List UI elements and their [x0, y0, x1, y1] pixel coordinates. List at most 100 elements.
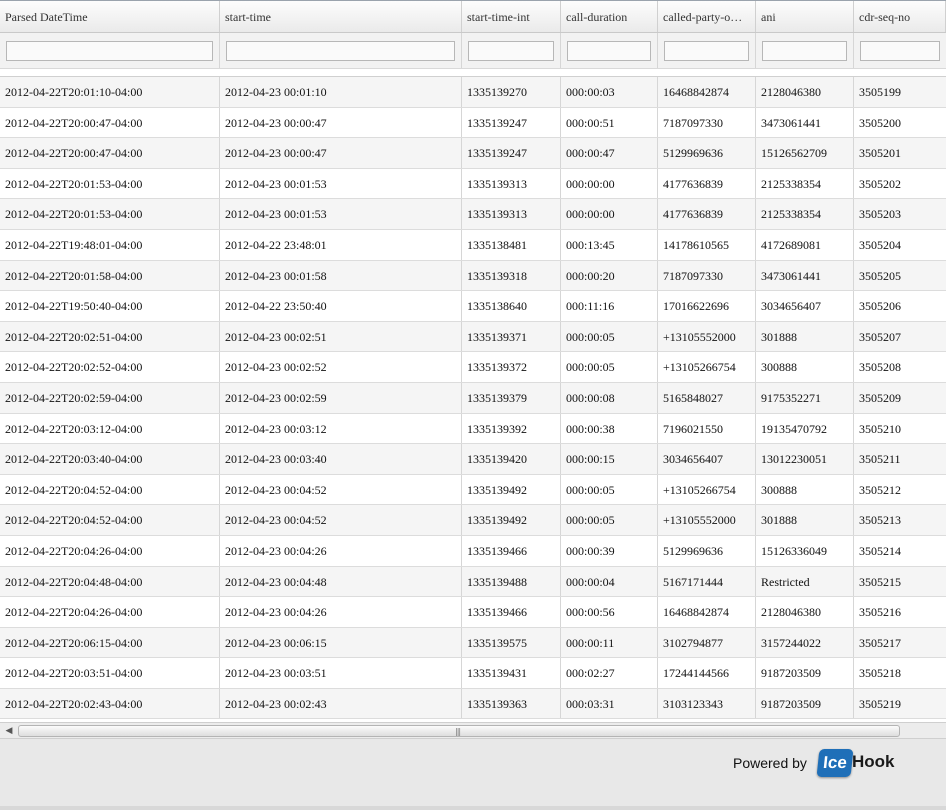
cell-start-time-int: 1335139392	[462, 413, 561, 444]
cell-call-duration: 000:00:03	[561, 77, 658, 107]
cell-call-duration: 000:00:39	[561, 535, 658, 566]
horizontal-scrollbar[interactable]: ◀ |||	[0, 722, 946, 738]
scrollbar-thumb[interactable]: |||	[18, 725, 900, 737]
cell-start-time-int: 1335139492	[462, 505, 561, 535]
cell-call-duration: 000:00:04	[561, 566, 658, 597]
cell-start-time: 2012-04-23 00:01:53	[220, 199, 462, 229]
cell-ani: 3034656407	[756, 291, 854, 321]
cell-start-time: 2012-04-23 00:04:52	[220, 474, 462, 505]
cell-called-party: 3102794877	[658, 627, 756, 658]
cell-start-time-int: 1335139466	[462, 535, 561, 566]
cell-start-time-int: 1335139313	[462, 199, 561, 229]
cell-ani: 300888	[756, 352, 854, 382]
filter-input-start-time-int[interactable]	[468, 41, 554, 61]
table-row[interactable]: 2012-04-22T20:01:10-04:00 2012-04-23 00:0…	[0, 77, 946, 108]
cell-start-time: 2012-04-22 23:50:40	[220, 291, 462, 321]
table-row[interactable]: 2012-04-22T20:03:40-04:00 2012-04-23 00:0…	[0, 444, 946, 475]
filter-input-start-time[interactable]	[226, 41, 455, 61]
cell-start-time: 2012-04-23 00:04:26	[220, 597, 462, 627]
cell-start-time-int: 1335139492	[462, 474, 561, 505]
cell-called-party: 5129969636	[658, 535, 756, 566]
table-row[interactable]: 2012-04-22T20:04:26-04:00 2012-04-23 00:0…	[0, 535, 946, 567]
filter-input-call-duration[interactable]	[567, 41, 651, 61]
data-grid: Parsed DateTime start-time start-time-in…	[0, 0, 946, 722]
cell-ani: 301888	[756, 505, 854, 535]
cell-start-time: 2012-04-23 00:04:52	[220, 505, 462, 535]
table-row[interactable]: 2012-04-22T20:02:51-04:00 2012-04-23 00:0…	[0, 321, 946, 353]
cell-cdr-seq-no: 3505207	[859, 329, 901, 344]
cell-ani: 3157244022	[756, 627, 854, 658]
cell-called-party: 14178610565	[658, 229, 756, 260]
column-header-cdr-seq-no[interactable]: cdr-seq-no	[854, 1, 946, 32]
filter-input-called-party[interactable]	[664, 41, 749, 61]
column-header-start-time-int[interactable]: start-time-int	[462, 1, 561, 32]
table-row[interactable]: 2012-04-22T20:04:26-04:00 2012-04-23 00:0…	[0, 597, 946, 628]
filter-input-cdr-seq-no[interactable]	[860, 41, 940, 61]
cell-cdr-seq-no: 3505200	[859, 115, 901, 130]
cell-ani: 300888	[756, 474, 854, 505]
cell-cdr-seq-no: 3505199	[859, 85, 901, 99]
table-row[interactable]: 2012-04-22T20:00:47-04:00 2012-04-23 00:0…	[0, 138, 946, 169]
cell-cdr-seq-no: 3505218	[859, 666, 901, 681]
cell-call-duration: 000:00:51	[561, 107, 658, 138]
cell-start-time: 2012-04-23 00:03:12	[220, 413, 462, 444]
column-header-called-party[interactable]: called-party-o…	[658, 1, 756, 32]
cell-start-time: 2012-04-23 00:06:15	[220, 627, 462, 658]
cell-ani: 15126562709	[756, 138, 854, 168]
column-header-call-duration[interactable]: call-duration	[561, 1, 658, 32]
table-row[interactable]: 2012-04-22T20:06:15-04:00 2012-04-23 00:0…	[0, 627, 946, 659]
cell-call-duration: 000:00:20	[561, 260, 658, 291]
cell-ani: 9175352271	[756, 382, 854, 413]
table-row[interactable]: 2012-04-22T20:01:58-04:00 2012-04-23 00:0…	[0, 260, 946, 292]
table-row[interactable]: 2012-04-22T20:02:43-04:00 2012-04-23 00:0…	[0, 688, 946, 720]
grid-spacer	[0, 69, 946, 77]
table-row[interactable]: 2012-04-22T20:03:51-04:00 2012-04-23 00:0…	[0, 658, 946, 689]
cell-call-duration: 000:00:05	[561, 505, 658, 535]
cell-called-party: 5167171444	[658, 566, 756, 597]
cell-parsed-datetime: 2012-04-22T20:01:10-04:00	[0, 77, 220, 107]
table-row[interactable]: 2012-04-22T20:01:53-04:00 2012-04-23 00:0…	[0, 199, 946, 230]
cell-cdr-seq-no: 3505203	[859, 207, 901, 222]
table-row[interactable]: 2012-04-22T20:02:59-04:00 2012-04-23 00:0…	[0, 382, 946, 414]
cell-start-time-int: 1335139431	[462, 658, 561, 688]
logo-hook-text: Hook	[852, 752, 895, 771]
filter-input-ani[interactable]	[762, 41, 847, 61]
cell-parsed-datetime: 2012-04-22T20:03:51-04:00	[0, 658, 220, 688]
cell-cdr-seq-no: 3505219	[859, 696, 901, 711]
table-row[interactable]: 2012-04-22T19:50:40-04:00 2012-04-22 23:5…	[0, 291, 946, 322]
table-row[interactable]: 2012-04-22T20:02:52-04:00 2012-04-23 00:0…	[0, 352, 946, 383]
cell-called-party: 7196021550	[658, 413, 756, 444]
column-header-ani[interactable]: ani	[756, 1, 854, 32]
powered-by-label: Powered by	[733, 755, 807, 771]
filter-input-parsed-datetime[interactable]	[6, 41, 213, 61]
cell-start-time: 2012-04-22 23:48:01	[220, 229, 462, 260]
cell-call-duration: 000:00:05	[561, 352, 658, 382]
cell-called-party: 5165848027	[658, 382, 756, 413]
cell-parsed-datetime: 2012-04-22T19:48:01-04:00	[0, 229, 220, 260]
cell-call-duration: 000:00:11	[561, 627, 658, 658]
column-header-start-time[interactable]: start-time	[220, 1, 462, 32]
cell-parsed-datetime: 2012-04-22T19:50:40-04:00	[0, 291, 220, 321]
cell-call-duration: 000:00:47	[561, 138, 658, 168]
arrow-left-icon[interactable]: ◀	[3, 725, 15, 737]
cell-call-duration: 000:00:15	[561, 444, 658, 474]
table-row[interactable]: 2012-04-22T19:48:01-04:00 2012-04-22 23:4…	[0, 229, 946, 261]
column-header-parsed-datetime[interactable]: Parsed DateTime	[0, 1, 220, 32]
table-row[interactable]: 2012-04-22T20:04:48-04:00 2012-04-23 00:0…	[0, 566, 946, 598]
table-row[interactable]: 2012-04-22T20:04:52-04:00 2012-04-23 00:0…	[0, 505, 946, 536]
cell-ani: 15126336049	[756, 535, 854, 566]
cell-called-party: 7187097330	[658, 107, 756, 138]
cell-called-party: 17016622696	[658, 291, 756, 321]
table-row[interactable]: 2012-04-22T20:04:52-04:00 2012-04-23 00:0…	[0, 474, 946, 506]
table-row[interactable]: 2012-04-22T20:03:12-04:00 2012-04-23 00:0…	[0, 413, 946, 445]
cell-start-time: 2012-04-23 00:03:40	[220, 444, 462, 474]
cell-parsed-datetime: 2012-04-22T20:04:52-04:00	[0, 505, 220, 535]
cell-call-duration: 000:00:00	[561, 199, 658, 229]
cell-ani: 2128046380	[756, 597, 854, 627]
cell-parsed-datetime: 2012-04-22T20:02:51-04:00	[0, 321, 220, 352]
table-row[interactable]: 2012-04-22T20:00:47-04:00 2012-04-23 00:0…	[0, 107, 946, 139]
table-row[interactable]: 2012-04-22T20:01:53-04:00 2012-04-23 00:0…	[0, 168, 946, 200]
cell-cdr-seq-no: 3505214	[859, 543, 901, 558]
cell-start-time-int: 1335139247	[462, 107, 561, 138]
cell-ani: 3473061441	[756, 107, 854, 138]
